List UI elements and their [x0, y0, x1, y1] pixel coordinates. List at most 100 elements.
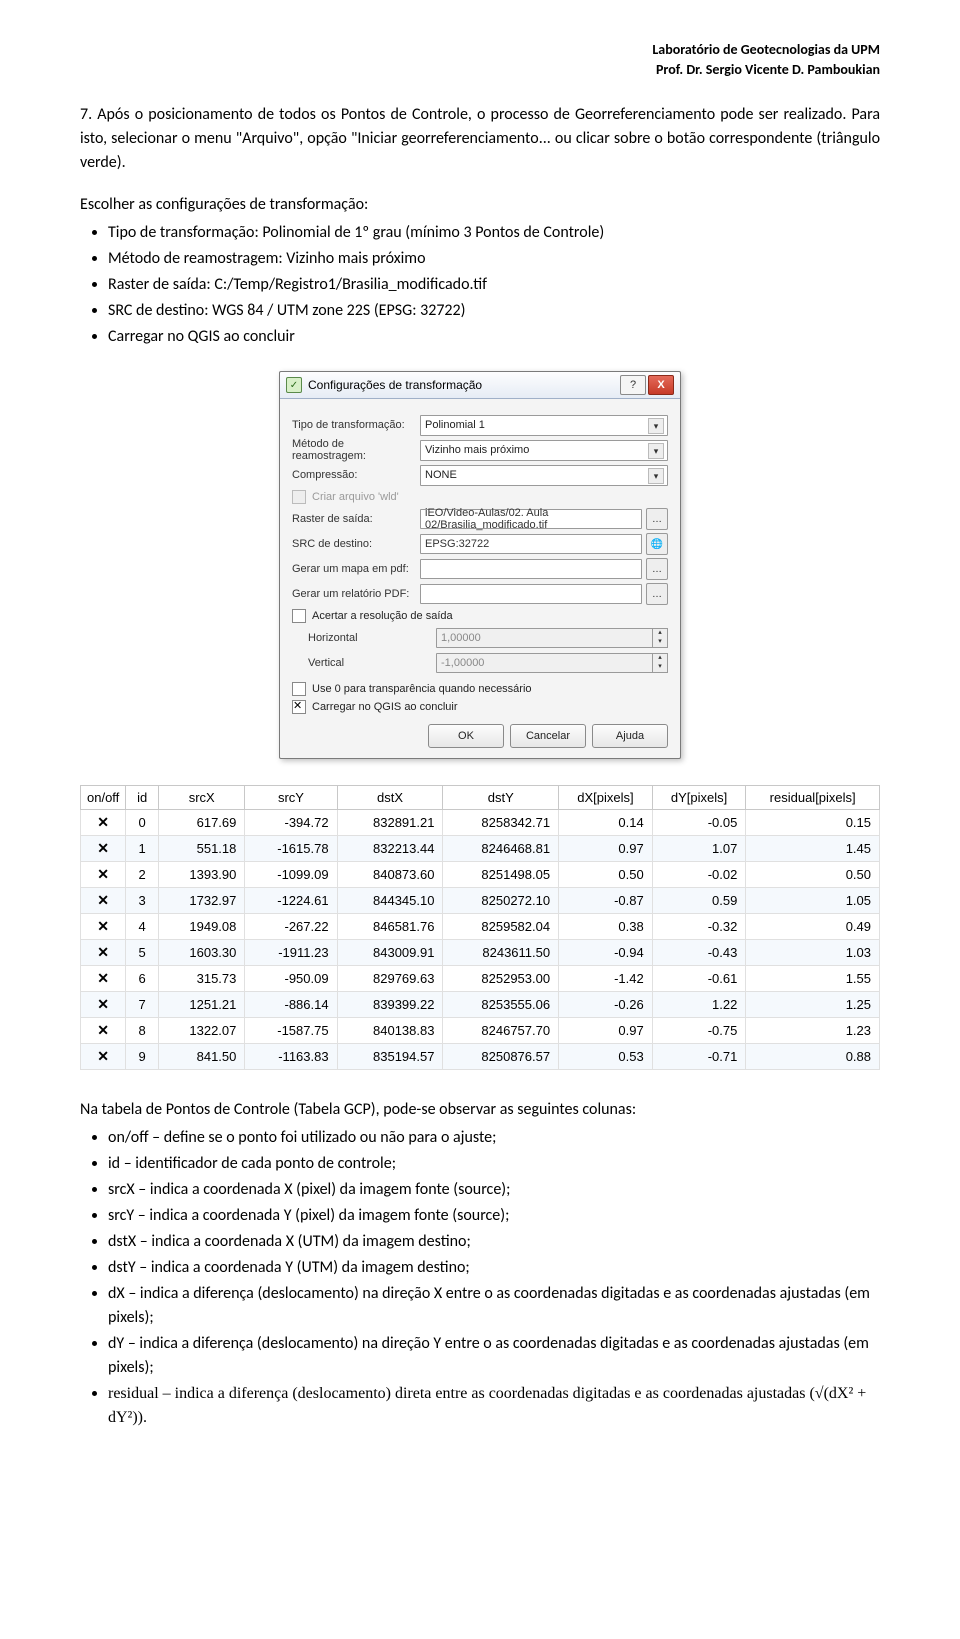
srcy-cell: -1099.09 — [245, 862, 337, 888]
col-residual: residual[pixels] — [746, 786, 880, 810]
transformation-type-select[interactable]: Polinomial 1▾ — [420, 415, 668, 436]
cancel-button[interactable]: Cancelar — [510, 724, 586, 748]
dstx-cell: 843009.91 — [337, 940, 443, 966]
crs-picker-button[interactable]: 🌐 — [646, 533, 668, 555]
dx-cell: 0.97 — [559, 836, 653, 862]
onoff-cell[interactable]: ✕ — [81, 836, 126, 862]
spinner-icon: ▴▾ — [652, 628, 668, 648]
dy-cell: -0.43 — [652, 940, 746, 966]
dstx-cell: 846581.76 — [337, 914, 443, 940]
browse-button[interactable]: … — [646, 583, 668, 605]
browse-button[interactable]: … — [646, 558, 668, 580]
dx-cell: -0.87 — [559, 888, 653, 914]
list-item: dstY – indica a coordenada Y (UTM) da im… — [108, 1256, 880, 1280]
dy-cell: 0.59 — [652, 888, 746, 914]
config-bullets: Tipo de transformação: Polinomial de 1º … — [108, 221, 880, 349]
vertical-resolution-input: -1,00000 — [436, 653, 653, 673]
table-row: ✕1551.18-1615.78832213.448246468.810.971… — [81, 836, 880, 862]
srcx-cell: 1949.08 — [159, 914, 245, 940]
dx-cell: 0.97 — [559, 1018, 653, 1044]
dialog-titlebar: ✓ Configurações de transformação ? X — [280, 372, 680, 399]
list-item: Método de reamostragem: Vizinho mais pró… — [108, 247, 880, 271]
table-row: ✕6315.73-950.09829769.638252953.00-1.42-… — [81, 966, 880, 992]
pdf-map-input[interactable] — [420, 559, 642, 579]
srcy-cell: -1163.83 — [245, 1044, 337, 1070]
col-dy: dY[pixels] — [652, 786, 746, 810]
list-item: on/off – define se o ponto foi utilizado… — [108, 1126, 880, 1150]
onoff-cell[interactable]: ✕ — [81, 992, 126, 1018]
field-label: Gerar um relatório PDF: — [292, 588, 420, 600]
list-item: dY – indica a diferença (deslocamento) n… — [108, 1332, 880, 1380]
dstx-cell: 829769.63 — [337, 966, 443, 992]
dx-cell: -0.26 — [559, 992, 653, 1018]
residual-cell: 0.49 — [746, 914, 880, 940]
browse-button[interactable]: … — [646, 508, 668, 530]
use-zero-transparency-checkbox[interactable]: Use 0 para transparência quando necessár… — [292, 682, 668, 696]
id-cell: 4 — [126, 914, 159, 940]
table-row: ✕41949.08-267.22846581.768259582.040.38-… — [81, 914, 880, 940]
resampling-method-select[interactable]: Vizinho mais próximo▾ — [420, 440, 668, 461]
field-label: Gerar um mapa em pdf: — [292, 563, 420, 575]
table-row: ✕71251.21-886.14839399.228253555.06-0.26… — [81, 992, 880, 1018]
srcx-cell: 551.18 — [159, 836, 245, 862]
id-cell: 0 — [126, 810, 159, 836]
srcy-cell: -1587.75 — [245, 1018, 337, 1044]
dx-cell: 0.14 — [559, 810, 653, 836]
dstx-cell: 840138.83 — [337, 1018, 443, 1044]
field-label: Método de reamostragem: — [292, 438, 420, 462]
col-srcx: srcX — [159, 786, 245, 810]
id-cell: 8 — [126, 1018, 159, 1044]
residual-cell: 0.88 — [746, 1044, 880, 1070]
dstx-cell: 844345.10 — [337, 888, 443, 914]
residual-cell: 0.15 — [746, 810, 880, 836]
list-item: Carregar no QGIS ao concluir — [108, 325, 880, 349]
col-id: id — [126, 786, 159, 810]
load-in-qgis-checkbox[interactable]: Carregar no QGIS ao concluir — [292, 700, 668, 714]
srcx-cell: 1322.07 — [159, 1018, 245, 1044]
list-item: dstX – indica a coordenada X (UTM) da im… — [108, 1230, 880, 1254]
onoff-cell[interactable]: ✕ — [81, 940, 126, 966]
onoff-cell[interactable]: ✕ — [81, 1044, 126, 1070]
table-row: ✕0617.69-394.72832891.218258342.710.14-0… — [81, 810, 880, 836]
id-cell: 3 — [126, 888, 159, 914]
output-raster-input[interactable]: iEO/Video-Aulas/02. Aula 02/Brasilia_mod… — [420, 509, 642, 529]
dsty-cell: 8246468.81 — [443, 836, 559, 862]
compression-select[interactable]: NONE▾ — [420, 465, 668, 486]
onoff-cell[interactable]: ✕ — [81, 914, 126, 940]
srcy-cell: -1615.78 — [245, 836, 337, 862]
residual-cell: 1.55 — [746, 966, 880, 992]
col-onoff: on/off — [81, 786, 126, 810]
spinner-icon: ▴▾ — [652, 653, 668, 673]
help-button[interactable]: Ajuda — [592, 724, 668, 748]
dstx-cell: 839399.22 — [337, 992, 443, 1018]
list-item: id – identificador de cada ponto de cont… — [108, 1152, 880, 1176]
srcy-cell: -886.14 — [245, 992, 337, 1018]
help-icon[interactable]: ? — [620, 375, 646, 395]
residual-cell: 1.25 — [746, 992, 880, 1018]
field-label: Raster de saída: — [292, 513, 420, 525]
onoff-cell[interactable]: ✕ — [81, 810, 126, 836]
gcp-table: on/off id srcX srcY dstX dstY dX[pixels]… — [80, 785, 880, 1070]
dy-cell: -0.71 — [652, 1044, 746, 1070]
config-intro: Escolher as configurações de transformaç… — [80, 193, 880, 217]
header-line2: Prof. Dr. Sergio Vicente D. Pamboukian — [80, 60, 880, 80]
after-bullets: on/off – define se o ponto foi utilizado… — [108, 1126, 880, 1430]
list-item: srcX – indica a coordenada X (pixel) da … — [108, 1178, 880, 1202]
target-crs-input[interactable]: EPSG:32722 — [420, 534, 642, 554]
onoff-cell[interactable]: ✕ — [81, 888, 126, 914]
dx-cell: -1.42 — [559, 966, 653, 992]
residual-cell: 1.05 — [746, 888, 880, 914]
pdf-report-input[interactable] — [420, 584, 642, 604]
srcx-cell: 617.69 — [159, 810, 245, 836]
close-icon[interactable]: X — [648, 375, 674, 395]
ok-button[interactable]: OK — [428, 724, 504, 748]
field-label: Vertical — [292, 657, 436, 669]
onoff-cell[interactable]: ✕ — [81, 966, 126, 992]
set-output-resolution-checkbox[interactable]: Acertar a resolução de saída — [292, 609, 668, 623]
onoff-cell[interactable]: ✕ — [81, 862, 126, 888]
onoff-cell[interactable]: ✕ — [81, 1018, 126, 1044]
id-cell: 5 — [126, 940, 159, 966]
dx-cell: 0.38 — [559, 914, 653, 940]
srcy-cell: -267.22 — [245, 914, 337, 940]
list-item: dX – indica a diferença (deslocamento) n… — [108, 1282, 880, 1330]
